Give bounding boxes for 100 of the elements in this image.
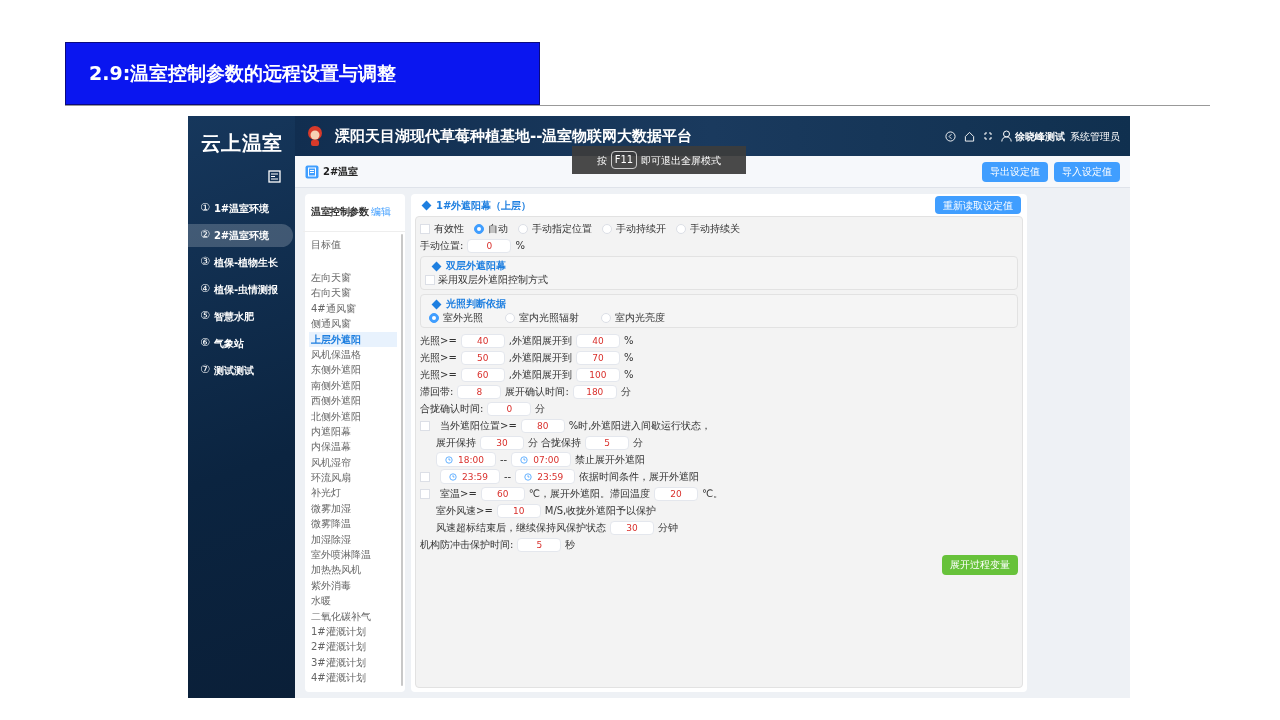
checkbox[interactable] (420, 488, 430, 499)
label: 光照>= (420, 351, 457, 364)
menu-toggle-icon[interactable] (268, 170, 281, 183)
time-field[interactable]: 18:00 (436, 452, 496, 467)
time-field[interactable]: 07:00 (511, 452, 572, 467)
list-item[interactable]: 西侧外遮阳 (309, 393, 397, 409)
input-field[interactable]: 180 (572, 384, 617, 399)
label: ,外遮阳展开到 (508, 334, 572, 347)
nav-item[interactable]: ① 1#温室环境 (188, 197, 293, 220)
input-field[interactable]: 70 (575, 350, 620, 365)
input-field[interactable]: 60 (460, 367, 505, 382)
document-icon (305, 164, 319, 179)
input-field[interactable]: 8 (457, 384, 502, 399)
label: % (515, 239, 525, 252)
label: 光照>= (420, 334, 457, 347)
radio-button[interactable] (429, 313, 439, 323)
header-title: 溧阳天目湖现代草莓种植基地--温室物联网大数据平台 (335, 125, 693, 147)
list-item[interactable]: 北侧外遮阳 (309, 408, 397, 424)
list-item[interactable]: 4#通风窗 (309, 300, 397, 317)
checkbox[interactable] (420, 223, 430, 234)
user-name: 徐晓峰测试 (1015, 129, 1065, 144)
list-item[interactable]: 微雾加湿 (309, 500, 397, 517)
list-item[interactable]: 左向天窗 (309, 270, 397, 286)
label: 分 (535, 402, 546, 415)
list-item[interactable]: 3#灌溉计划 (309, 654, 397, 671)
user-icon (1001, 130, 1012, 142)
input-field[interactable]: 100 (575, 367, 620, 382)
nav-item[interactable]: ⑥ 气象站 (188, 332, 293, 355)
list-item[interactable]: 补光灯 (309, 485, 397, 501)
list-item[interactable]: 二氧化碳补气 (309, 608, 397, 624)
input-field[interactable]: 30 (480, 435, 524, 450)
input-field[interactable]: 0 (467, 238, 512, 253)
list-item[interactable]: 室外喷淋降温 (309, 547, 397, 563)
label: % (623, 351, 634, 364)
label: 手动位置: (420, 239, 464, 252)
input-field[interactable]: 0 (487, 401, 532, 416)
checkbox[interactable] (420, 420, 430, 431)
list-item[interactable]: 水暖 (309, 593, 397, 609)
label: 机构防冲击保护时间: (420, 538, 514, 551)
list-item[interactable]: 目标值 (311, 237, 405, 253)
label: 分 (620, 385, 631, 398)
list-item[interactable]: 1#灌溉计划 (309, 624, 397, 640)
label: 禁止展开外遮阳 (575, 453, 646, 466)
label: 分 合拢保持 (528, 436, 582, 449)
input-field[interactable]: 40 (460, 333, 505, 348)
time-field[interactable]: 23:59 (515, 469, 576, 484)
panel-title: 温室控制参数 (311, 205, 368, 219)
input-field[interactable]: 60 (480, 486, 525, 501)
input-field[interactable]: 50 (460, 350, 505, 365)
list-item[interactable]: 微雾降温 (309, 516, 397, 532)
radio-button[interactable] (474, 223, 484, 234)
input-field[interactable]: 5 (585, 435, 630, 450)
nav-item[interactable]: ⑦ 测试测试 (188, 359, 293, 382)
list-item[interactable]: 侧通风窗 (309, 316, 397, 332)
key-cap: F11 (610, 151, 638, 169)
checkbox[interactable] (425, 275, 435, 285)
home-icon[interactable] (964, 130, 975, 142)
list-item[interactable]: 紫外消毒 (309, 577, 397, 594)
list-item[interactable]: 内保温幕 (309, 439, 397, 455)
list-item[interactable]: 风机湿帘 (309, 454, 397, 471)
label: 展开确认时间: (505, 385, 569, 398)
fullscreen-icon[interactable] (983, 131, 993, 141)
input-field[interactable]: 80 (520, 418, 565, 433)
label: ,外遮阳展开到 (508, 368, 572, 381)
label: 依据时间条件，展开外遮阳 (579, 470, 700, 483)
label: %时,外遮阳进入间歇运行状态， (568, 419, 712, 432)
input-field[interactable]: 40 (575, 333, 620, 348)
list-item[interactable]: 2#灌溉计划 (309, 639, 397, 655)
time-field[interactable]: 23:59 (440, 469, 500, 484)
label: 室温>= (440, 487, 477, 500)
list-item[interactable]: 内遮阳幕 (309, 423, 397, 440)
fullscreen-toast: 按 F11 即可退出全屏模式 (572, 146, 746, 174)
list-item[interactable]: 加湿除湿 (309, 531, 397, 548)
input-field[interactable]: 5 (517, 537, 562, 552)
list-item[interactable]: 环流风扇 (309, 470, 397, 486)
input-field[interactable]: 20 (654, 486, 698, 501)
list-item[interactable]: 4#灌溉计划 (309, 670, 397, 686)
input-field[interactable]: 10 (496, 503, 541, 518)
label: 手动持续开 (616, 222, 666, 235)
clock-icon (449, 472, 457, 481)
nav-item[interactable]: ④ 植保-虫情测报 (188, 278, 293, 301)
clock-icon (445, 455, 453, 464)
list-item[interactable]: 上层外遮阳 (309, 331, 397, 347)
label: 合拢确认时间: (420, 402, 484, 415)
nav-item[interactable]: ③ 植保-植物生长 (188, 251, 293, 274)
label: ℃。 (702, 487, 724, 500)
list-item[interactable]: 南侧外遮阳 (309, 377, 397, 394)
nav-item[interactable]: ② 2#温室环境 (188, 224, 293, 247)
list-item[interactable]: 风机保温格 (309, 346, 397, 363)
label: 有效性 (434, 222, 464, 235)
list-item[interactable]: 加热热风机 (309, 562, 397, 578)
nav-item[interactable]: ⑤ 智慧水肥 (188, 305, 293, 328)
back-icon[interactable] (945, 130, 956, 142)
list-item[interactable]: 东侧外遮阳 (309, 362, 397, 378)
input-field[interactable]: 30 (610, 520, 654, 535)
tab[interactable]: 2#温室 (305, 164, 359, 179)
checkbox[interactable] (420, 471, 430, 482)
mascot-logo-icon (305, 125, 325, 147)
list-item[interactable]: 右向天窗 (309, 285, 397, 301)
brand-logo-text: 云上温室 (200, 130, 283, 157)
